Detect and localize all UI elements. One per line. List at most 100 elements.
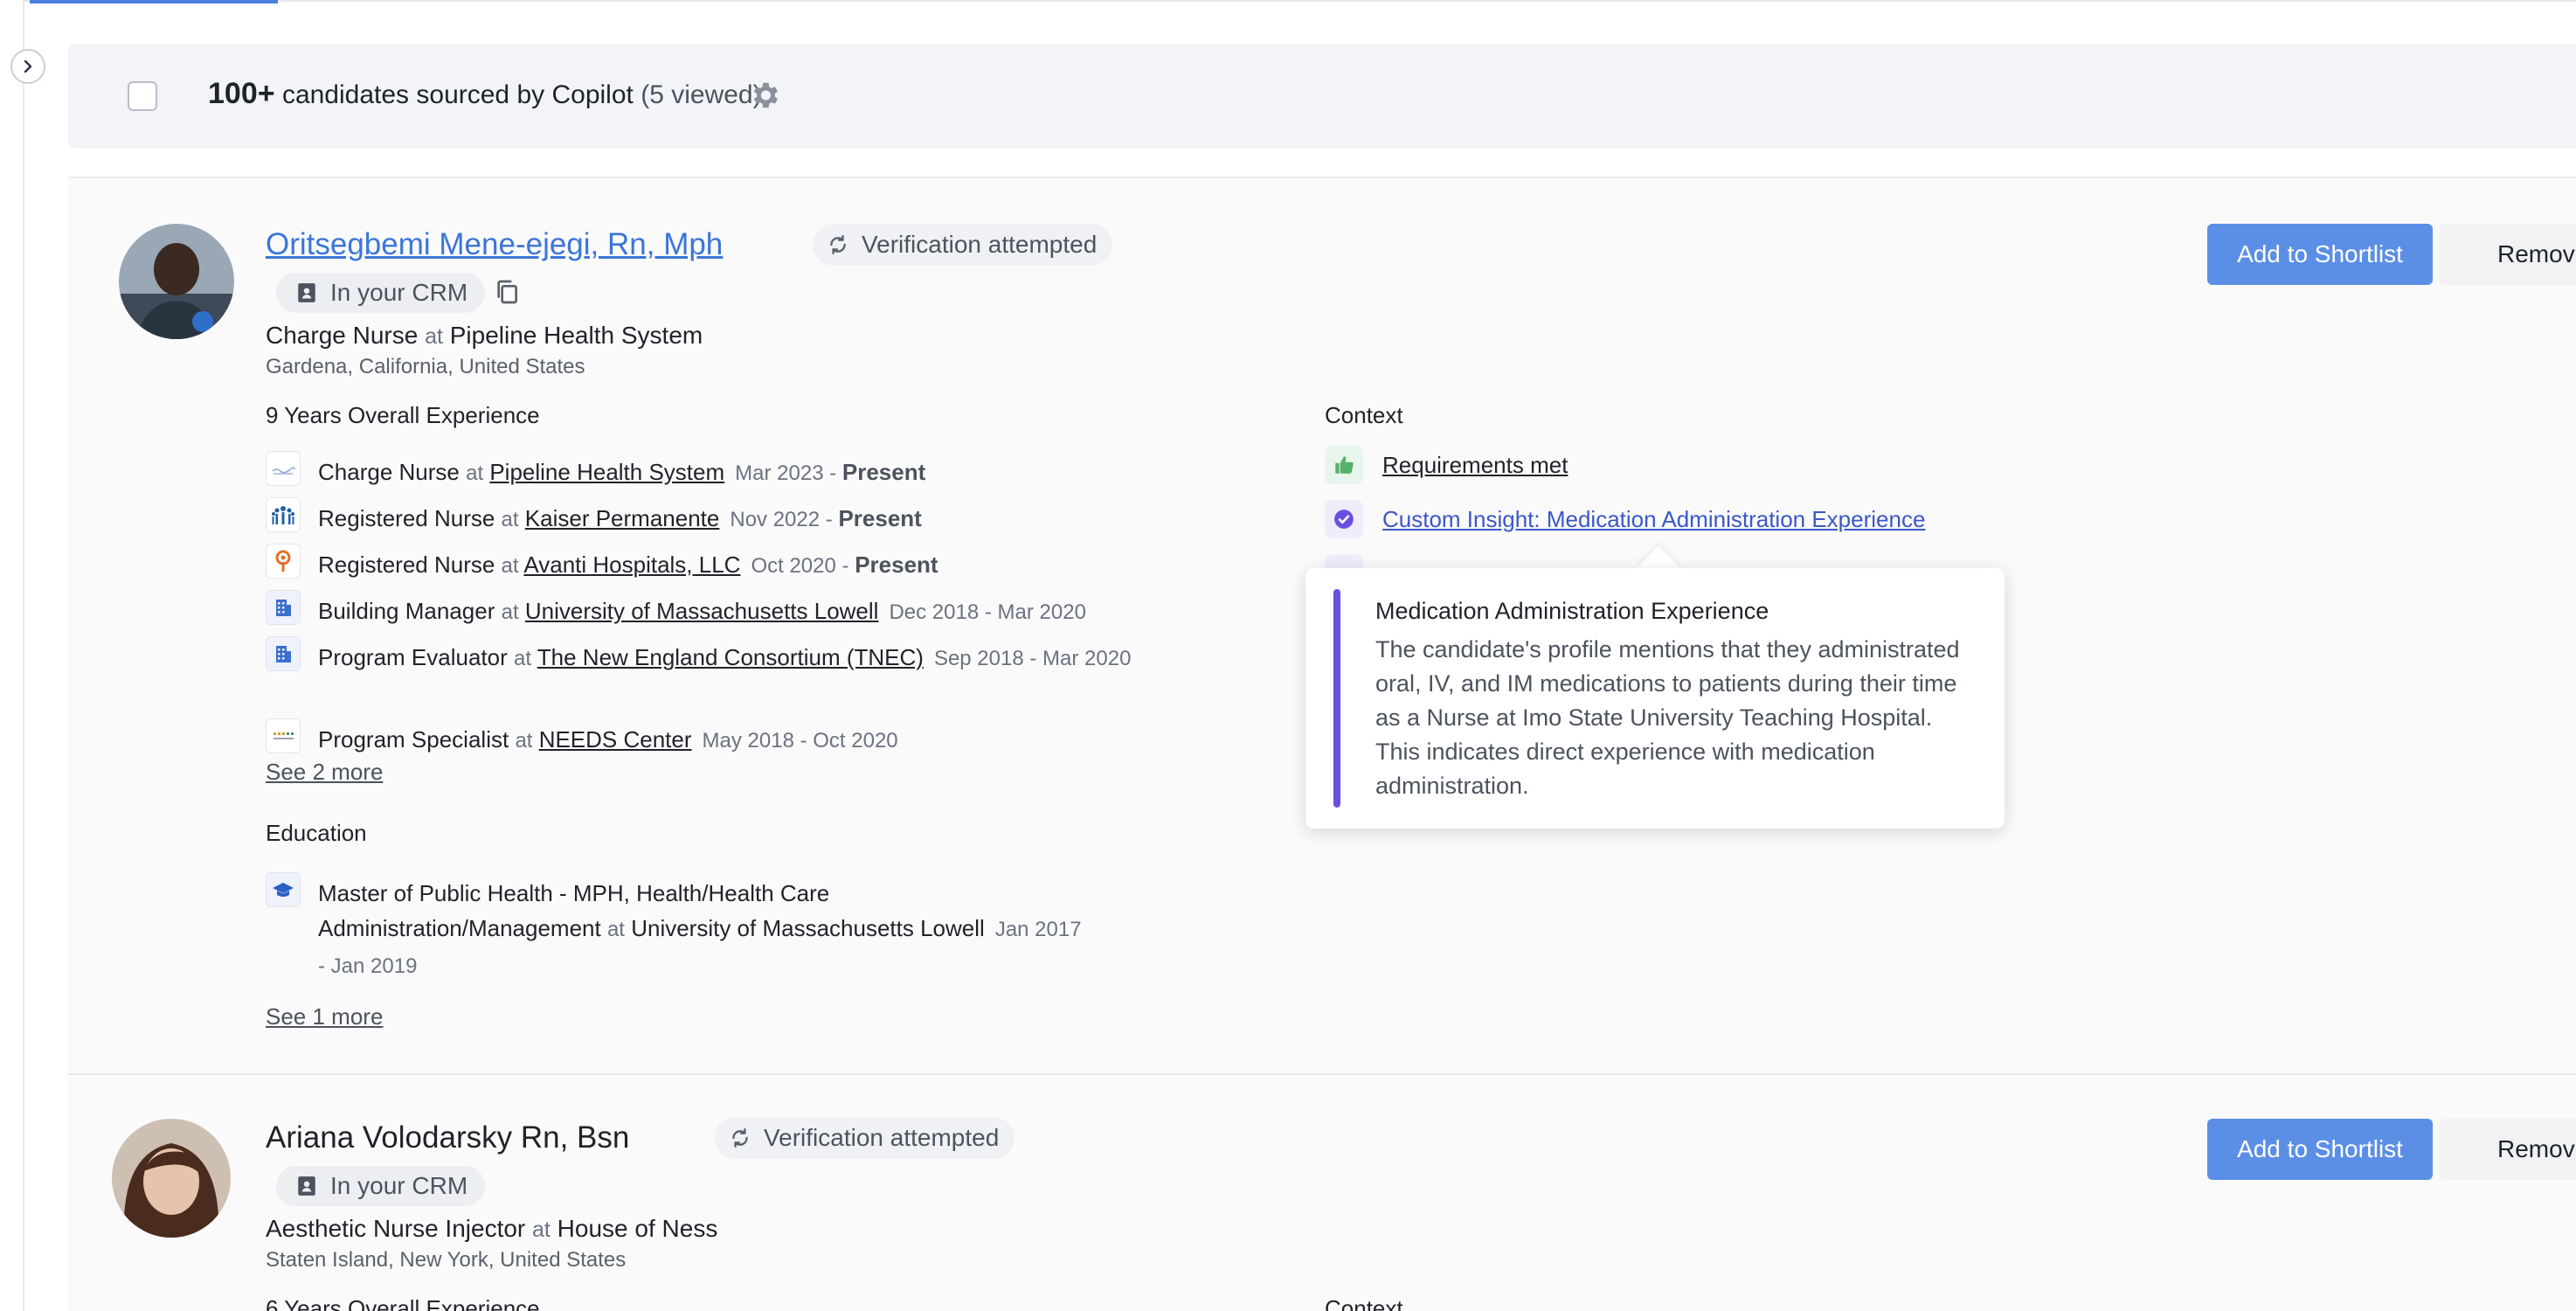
chevron-right-icon — [24, 59, 32, 73]
context-item-custom-insight[interactable]: Custom Insight: Medication Administratio… — [1325, 500, 1925, 538]
crm-badge[interactable]: In your CRM — [276, 273, 486, 313]
experience-title: 9 Years Overall Experience — [266, 402, 540, 428]
refresh-icon — [732, 1128, 748, 1148]
current-company: Pipeline Health System — [449, 322, 703, 349]
results-summary: 100+ candidates sourced by Copilot (5 vi… — [208, 77, 762, 111]
avatar — [112, 1119, 231, 1238]
experience-present: Present — [841, 459, 926, 485]
crm-label: In your CRM — [330, 279, 468, 306]
education-title: Education — [266, 820, 367, 846]
experience-item: Registered Nurse at Avanti Hospitals, LL… — [266, 544, 938, 584]
remove-button[interactable]: Remove — [2440, 1119, 2576, 1180]
at-label: at — [501, 508, 519, 531]
current-title: Aesthetic Nurse Injector — [266, 1215, 526, 1242]
crm-badge[interactable]: In your CRM — [276, 1166, 486, 1206]
company-logo — [266, 544, 301, 579]
context-title: Context — [1325, 402, 1403, 428]
candidate-name-link[interactable]: Oritsegbemi Mene-ejegi, Rn, Mph — [266, 227, 723, 262]
context-label[interactable]: Custom Insight: Medication Administratio… — [1382, 506, 1925, 533]
results-text: candidates sourced by Copilot — [281, 80, 634, 109]
thumbs-up-icon — [1325, 446, 1363, 484]
verification-badge: Verification attempted — [813, 224, 1113, 266]
experience-role: Building Manager — [318, 598, 495, 624]
add-to-shortlist-button[interactable]: Add to Shortlist — [2207, 224, 2433, 285]
experience-item: Charge Nurse at Pipeline Health System Ma… — [266, 451, 926, 491]
remove-button[interactable]: Remove — [2440, 224, 2576, 285]
experience-role: Program Specialist — [318, 726, 509, 753]
refresh-icon — [830, 235, 846, 254]
experience-item: Program Evaluator at The New England Con… — [266, 636, 1132, 676]
candidate-headline: Aesthetic Nurse Injector at House of Nes… — [266, 1215, 717, 1243]
current-company: House of Ness — [557, 1215, 718, 1242]
experience-present: Present — [855, 551, 938, 578]
experience-item: Program Specialist at NEEDS Center May 20… — [266, 718, 898, 759]
context-label[interactable]: Requirements met — [1382, 452, 1568, 479]
experience-dates: Sep 2018 - Mar 2020 — [933, 647, 1132, 670]
select-all-checkbox[interactable] — [128, 81, 157, 111]
candidate-card: Ariana Volodarsky Rn, Bsn Verification a… — [68, 1073, 2576, 1311]
at-label: at — [606, 918, 625, 941]
building-icon — [266, 636, 301, 671]
see-more-education-link[interactable]: See 1 more — [266, 1003, 383, 1030]
at-label: at — [515, 729, 533, 753]
experience-company-link[interactable]: NEEDS Center — [539, 726, 692, 753]
current-title: Charge Nurse — [266, 322, 419, 349]
experience-company-link[interactable]: Pipeline Health System — [489, 459, 724, 485]
gear-icon[interactable] — [748, 79, 781, 112]
crm-label: In your CRM — [330, 1172, 468, 1199]
left-rail — [0, 0, 24, 1311]
experience-item: Building Manager at University of Massac… — [266, 590, 1086, 630]
see-more-experience-link[interactable]: See 2 more — [266, 759, 383, 786]
at-label: at — [425, 324, 443, 349]
avatar — [119, 224, 234, 339]
active-tab-indicator — [30, 0, 278, 3]
top-divider — [0, 0, 2576, 3]
candidate-location: Staten Island, New York, United States — [266, 1248, 627, 1272]
education-item: Master of Public Health - MPH, Health/He… — [266, 872, 1087, 984]
verification-label: Verification attempted — [862, 231, 1098, 258]
at-label: at — [514, 647, 532, 670]
company-logo — [266, 497, 301, 532]
tooltip-accent-bar — [1333, 589, 1340, 808]
building-icon — [266, 590, 301, 625]
experience-present: Present — [838, 505, 922, 531]
verification-badge: Verification attempted — [715, 1117, 1015, 1159]
results-count: 100+ — [208, 77, 275, 110]
context-title: Context — [1325, 1295, 1403, 1311]
context-item-requirements[interactable]: Requirements met — [1325, 446, 1568, 484]
viewed-count: (5 viewed) — [641, 80, 762, 109]
candidate-headline: Charge Nurse at Pipeline Health System — [266, 322, 703, 350]
contact-card-icon — [298, 1176, 315, 1196]
experience-company-link[interactable]: Kaiser Permanente — [525, 505, 720, 531]
education-school: University of Massachusetts Lowell — [631, 915, 985, 941]
at-label: at — [501, 600, 519, 624]
add-to-shortlist-button[interactable]: Add to Shortlist — [2207, 1119, 2433, 1180]
company-logo — [266, 718, 301, 753]
experience-dates: May 2018 - Oct 2020 — [702, 729, 898, 753]
experience-company-link[interactable]: University of Massachusetts Lowell — [525, 598, 879, 624]
experience-company-link[interactable]: Avanti Hospitals, LLC — [523, 551, 740, 578]
experience-dates: Nov 2022 - — [730, 508, 839, 531]
expand-sidebar-button[interactable] — [10, 49, 45, 84]
experience-role: Registered Nurse — [318, 505, 495, 531]
company-logo — [266, 451, 301, 486]
experience-dates: Mar 2023 - — [735, 461, 842, 485]
copy-icon[interactable] — [493, 278, 521, 306]
candidate-location: Gardena, California, United States — [266, 355, 585, 378]
at-label: at — [501, 554, 519, 578]
contact-card-icon — [298, 283, 315, 302]
tooltip-title: Medication Administration Experience — [1375, 598, 1769, 624]
tooltip-body: The candidate's profile mentions that th… — [1375, 636, 1960, 799]
experience-role: Registered Nurse — [318, 551, 495, 578]
experience-company-link[interactable]: The New England Consortium (TNEC) — [537, 644, 924, 670]
experience-dates: Oct 2020 - — [751, 554, 855, 578]
experience-role: Charge Nurse — [318, 459, 460, 485]
at-label: at — [466, 461, 484, 485]
experience-dates: Dec 2018 - Mar 2020 — [889, 600, 1086, 624]
verification-label: Verification attempted — [764, 1124, 1000, 1151]
insight-tooltip: Medication Administration Experience The… — [1305, 568, 2005, 829]
experience-item: Registered Nurse at Kaiser Permanente Nov… — [266, 497, 922, 538]
candidate-name[interactable]: Ariana Volodarsky Rn, Bsn — [266, 1120, 629, 1155]
check-circle-icon — [1325, 500, 1363, 538]
at-label: at — [532, 1217, 551, 1242]
